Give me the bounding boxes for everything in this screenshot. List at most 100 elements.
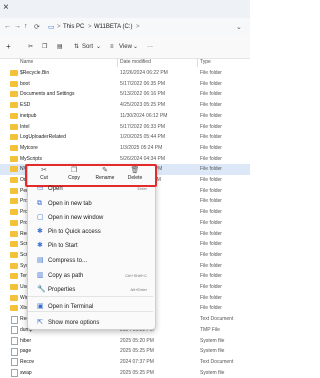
folder-icon [10,219,18,226]
folder-icon [10,134,18,141]
pin-start-icon: ✱ [37,242,43,249]
folder-icon [10,187,18,194]
folder-icon [10,91,18,98]
menu-item-pin-quick-access[interactable]: ✱ Pin to Quick access [28,224,153,239]
menu-item-label: Show more options [48,320,100,326]
refresh-icon[interactable]: ⟳ [34,23,40,31]
file-name: MyScripts [20,155,42,162]
table-row[interactable]: Intel 5/17/2022 06:33 PM File folder [0,122,250,133]
breadcrumb-this-pc[interactable]: This PC [63,22,84,32]
table-row[interactable]: hiber 2025 05:20 PM System file [0,336,250,347]
table-row[interactable]: inetpub 11/30/2024 06:12 PM File folder [0,111,250,122]
menu-item-shortcut: Ctrl+Shift+C [125,273,147,278]
folder-icon [10,112,18,119]
column-name[interactable]: Name [20,59,33,65]
column-type[interactable]: Type [200,59,211,65]
command-bar: + ✂ ❐ ▤ ⇅ Sort ⌄ ≡ View ⌄ ··· [0,36,250,59]
arrow-left-icon[interactable]: ← [4,23,11,30]
table-row[interactable]: ESD 4/25/2023 05:25 PM File folder [0,100,250,111]
file-name: Intel [20,123,30,130]
compress-icon: ▤ [37,257,44,264]
file-type: File folder [200,262,222,269]
file-date: 2025 05:20 PM [120,337,154,344]
new-button[interactable]: + [6,42,11,52]
sort-button[interactable]: Sort [82,42,93,52]
file-date: 5/17/2022 06:35 PM [120,80,166,87]
menu-separator [28,296,153,297]
close-icon[interactable]: × [3,3,9,13]
file-name: Mytcore [20,144,38,151]
file-name: Documents and Settings [20,91,75,98]
file-name: $Recycle.Bin [20,70,50,76]
table-row[interactable]: page 2025 05:25 PM System file [0,346,250,357]
menu-item-open[interactable]: ▭ Open Enter [28,181,153,196]
chevron-down-icon[interactable]: ⌄ [236,23,242,31]
menu-item-label: Open in new tab [48,201,92,207]
menu-item-copy-as-path[interactable]: ▥ Copy as path Ctrl+Shift+C [28,268,153,283]
menu-item-open-new-window[interactable]: ▢ Open in new window [28,210,153,225]
file-icon [11,347,18,356]
file-type: Text Document [200,316,234,323]
file-name: ESD [20,102,31,109]
cut-icon[interactable]: ✂ [28,42,33,52]
copy-icon[interactable]: ❐ [42,42,47,52]
file-type: File folder [200,219,222,226]
menu-separator [28,311,153,312]
table-row[interactable]: $Recycle.Bin 12/26/2024 06:22 PM File fold… [0,68,250,79]
more-button[interactable]: ··· [147,42,153,52]
table-row[interactable]: swap 2025 05:25 PM System file [0,368,250,378]
folder-icon [10,102,18,109]
menu-item-pin-start[interactable]: ✱ Pin to Start [28,238,153,253]
title-bar: × [0,0,250,18]
table-row[interactable]: LogUploaderRelated 1/20/2025 05:44 PM File… [0,132,250,143]
arrow-right-icon[interactable]: → [14,23,21,30]
file-type: File folder [200,177,222,183]
folder-icon [10,123,18,130]
table-row[interactable]: boot 5/17/2022 06:35 PM File folder [0,79,250,90]
folder-icon [10,262,18,269]
file-type: File folder [200,284,222,290]
pc-icon: ▭ [48,24,55,31]
file-icon [11,315,18,324]
column-divider[interactable] [197,58,198,67]
file-type: File folder [200,80,222,87]
file-date: 2025 05:25 PM [120,369,154,376]
table-row[interactable]: Recov 2024 07:37 PM Text Document [0,357,250,368]
folder-icon [10,144,18,151]
view-button[interactable]: View [119,42,132,52]
chevron-down-icon: ⌄ [96,44,102,50]
column-date[interactable]: Date modified [120,59,151,65]
column-divider[interactable] [117,58,118,67]
table-row[interactable]: Mytcore 1/3/2025 05:24 PM File folder [0,143,250,154]
file-date: 1/20/2025 05:44 PM [120,134,166,141]
chevron-down-icon: ⌄ [133,44,139,50]
table-row[interactable]: MyScripts 5/26/2024 04:34 PM File folder [0,154,250,165]
show-more-options-icon: ⇱ [37,319,43,326]
file-type: File folder [200,112,222,119]
file-type: File folder [200,166,222,173]
file-date: 2025 05:25 PM [120,348,154,355]
column-header: Name Date modified Type [0,58,250,68]
file-type: System file [200,348,225,355]
file-type: System file [200,369,225,376]
file-icon [11,326,18,335]
file-type: File folder [200,134,222,141]
menu-item-label: Open in Terminal [48,304,94,310]
menu-item-compress[interactable]: ▤ Compress to... [28,253,153,268]
properties-icon: 🔧 [37,286,46,293]
menu-item-open-new-tab[interactable]: ⧉ Open in new tab [28,196,153,211]
table-row[interactable]: Documents and Settings 5/13/2022 06:16 PM… [0,89,250,100]
folder-icon [10,241,18,248]
breadcrumb-separator: > [57,24,61,30]
paste-icon[interactable]: ▤ [57,42,63,52]
file-name: swap [20,369,32,376]
breadcrumb-separator: > [88,24,92,30]
arrow-up-icon[interactable]: ↑ [24,23,28,30]
breadcrumb-drive[interactable]: W11BETA (C:) [94,22,132,32]
file-icon [11,369,18,378]
menu-item-properties[interactable]: 🔧 Properties Alt+Enter [28,282,153,297]
sort-icon: ⇅ [74,44,80,50]
copy-icon: ❐ [70,167,78,174]
folder-icon [10,209,18,216]
file-name: boot [20,80,30,87]
